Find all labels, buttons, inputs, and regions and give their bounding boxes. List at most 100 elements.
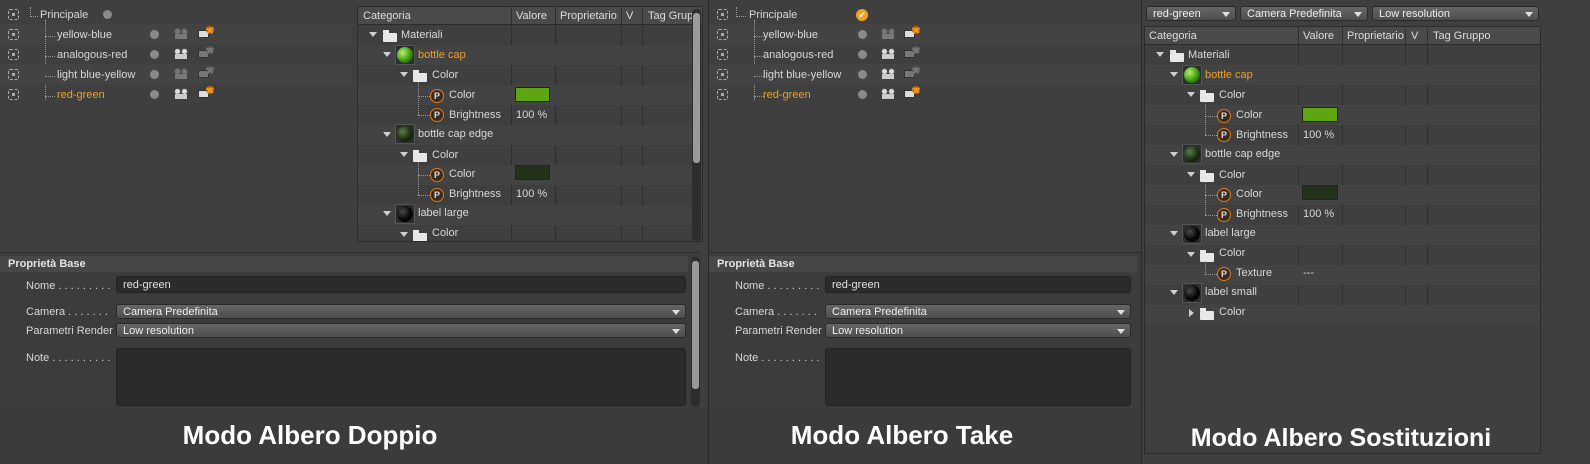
expand-arrow[interactable] <box>400 232 408 237</box>
expand-arrow[interactable] <box>1156 52 1164 57</box>
take-label[interactable]: analogous-red <box>763 49 833 61</box>
node-color-group[interactable]: Color <box>1219 169 1245 181</box>
node-materiali[interactable]: Materiali <box>401 29 443 41</box>
color-swatch[interactable] <box>1302 185 1338 200</box>
node-label-large[interactable]: label large <box>418 207 469 219</box>
param-brightness[interactable]: Brightness <box>449 188 501 200</box>
param-color[interactable]: Color <box>1236 109 1262 121</box>
brightness-value[interactable]: 100 % <box>1303 129 1334 141</box>
take-label-active[interactable]: red-green <box>763 89 811 101</box>
node-materiali[interactable]: Materiali <box>1188 49 1230 61</box>
expand-arrow[interactable] <box>1187 252 1195 257</box>
param-color[interactable]: Color <box>1236 188 1262 200</box>
color-swatch[interactable] <box>1302 107 1338 122</box>
node-color-group[interactable]: Color <box>432 69 458 81</box>
take-icon[interactable] <box>8 49 19 60</box>
node-label-small[interactable]: label small <box>1205 286 1257 298</box>
expand-arrow[interactable] <box>1170 152 1178 157</box>
take-check-dot[interactable] <box>150 30 159 39</box>
expand-arrow[interactable] <box>400 72 408 77</box>
expand-arrow[interactable] <box>1170 231 1178 236</box>
render-settings-dropdown[interactable]: Low resolution <box>116 323 686 338</box>
expand-arrow[interactable] <box>369 32 377 37</box>
camera-icon[interactable] <box>173 68 191 79</box>
col-v[interactable]: V <box>1411 30 1418 42</box>
camera-icon[interactable] <box>880 68 898 79</box>
camera-icon[interactable] <box>880 28 898 39</box>
render-settings-dropdown[interactable]: Low resolution <box>825 323 1131 338</box>
brightness-value[interactable]: 100 % <box>516 109 547 121</box>
camera-icon[interactable] <box>880 48 898 59</box>
take-label[interactable]: yellow-blue <box>57 29 112 41</box>
take-check-dot[interactable] <box>150 90 159 99</box>
param-color[interactable]: Color <box>449 89 475 101</box>
expand-arrow[interactable] <box>400 152 408 157</box>
take-label-principale[interactable]: Principale <box>749 9 797 21</box>
node-color-group[interactable]: Color <box>1219 89 1245 101</box>
param-texture[interactable]: Texture <box>1236 267 1272 279</box>
take-icon[interactable] <box>717 49 728 60</box>
texture-value[interactable]: --- <box>1303 267 1314 279</box>
take-label[interactable]: light blue-yellow <box>763 69 841 81</box>
take-check-dot[interactable] <box>858 50 867 59</box>
col-tag-gruppo[interactable]: Tag Grup <box>648 10 693 22</box>
col-valore[interactable]: Valore <box>516 10 547 22</box>
node-color-group[interactable]: Color <box>432 149 458 161</box>
col-valore[interactable]: Valore <box>1303 30 1334 42</box>
node-bottle-cap-edge[interactable]: bottle cap edge <box>1205 148 1280 160</box>
camera-icon[interactable] <box>173 28 191 39</box>
expand-arrow[interactable] <box>1170 72 1178 77</box>
node-bottle-cap-edge[interactable]: bottle cap edge <box>418 128 493 140</box>
camera-dropdown[interactable]: Camera Predefinita <box>116 304 686 319</box>
take-label-principale[interactable]: Principale <box>40 9 88 21</box>
take-label[interactable]: yellow-blue <box>763 29 818 41</box>
take-icon[interactable] <box>717 69 728 80</box>
take-check-dot[interactable] <box>858 90 867 99</box>
take-icon[interactable] <box>8 9 19 20</box>
node-color-group[interactable]: Color <box>432 227 458 239</box>
render-settings-icon[interactable] <box>198 46 214 59</box>
node-bottle-cap[interactable]: bottle cap <box>418 49 466 61</box>
take-icon[interactable] <box>8 29 19 40</box>
color-swatch[interactable] <box>515 87 550 102</box>
notes-textarea[interactable] <box>825 348 1131 406</box>
camera-icon[interactable] <box>173 88 191 99</box>
expand-arrow[interactable] <box>1187 92 1195 97</box>
tree-scrollbar[interactable] <box>692 9 701 241</box>
take-label[interactable]: light blue-yellow <box>57 69 135 81</box>
render-settings-icon[interactable] <box>904 46 920 59</box>
camera-dropdown[interactable]: Camera Predefinita <box>825 304 1131 319</box>
expand-arrow[interactable] <box>1189 309 1194 317</box>
param-brightness[interactable]: Brightness <box>449 109 501 121</box>
properties-scrollbar[interactable] <box>691 257 700 407</box>
brightness-value[interactable]: 100 % <box>1303 208 1334 220</box>
expand-arrow[interactable] <box>1170 290 1178 295</box>
col-proprietario[interactable]: Proprietario <box>560 10 617 22</box>
render-settings-icon[interactable] <box>198 66 214 79</box>
name-field[interactable]: red-green <box>825 276 1131 293</box>
notes-textarea[interactable] <box>116 348 686 406</box>
take-icon[interactable] <box>8 69 19 80</box>
col-tag-gruppo[interactable]: Tag Gruppo <box>1433 30 1490 42</box>
render-settings-icon[interactable] <box>904 86 920 99</box>
camera-icon[interactable] <box>173 48 191 59</box>
take-icon[interactable] <box>717 89 728 100</box>
expand-arrow[interactable] <box>383 52 391 57</box>
col-v[interactable]: V <box>626 10 633 22</box>
param-color[interactable]: Color <box>449 168 475 180</box>
node-label-large[interactable]: label large <box>1205 227 1256 239</box>
render-settings-dropdown[interactable]: Low resolution <box>1372 6 1539 21</box>
camera-icon[interactable] <box>880 88 898 99</box>
node-color-group[interactable]: Color <box>1219 306 1245 318</box>
take-label[interactable]: analogous-red <box>57 49 127 61</box>
param-brightness[interactable]: Brightness <box>1236 129 1288 141</box>
checkmark-icon[interactable]: ✔ <box>856 9 868 21</box>
expand-arrow[interactable] <box>383 211 391 216</box>
brightness-value[interactable]: 100 % <box>516 188 547 200</box>
take-icon[interactable] <box>8 89 19 100</box>
take-check-dot[interactable] <box>150 70 159 79</box>
take-label-active[interactable]: red-green <box>57 89 105 101</box>
color-swatch[interactable] <box>515 165 550 180</box>
render-settings-icon[interactable] <box>904 26 920 39</box>
render-settings-icon[interactable] <box>904 66 920 79</box>
